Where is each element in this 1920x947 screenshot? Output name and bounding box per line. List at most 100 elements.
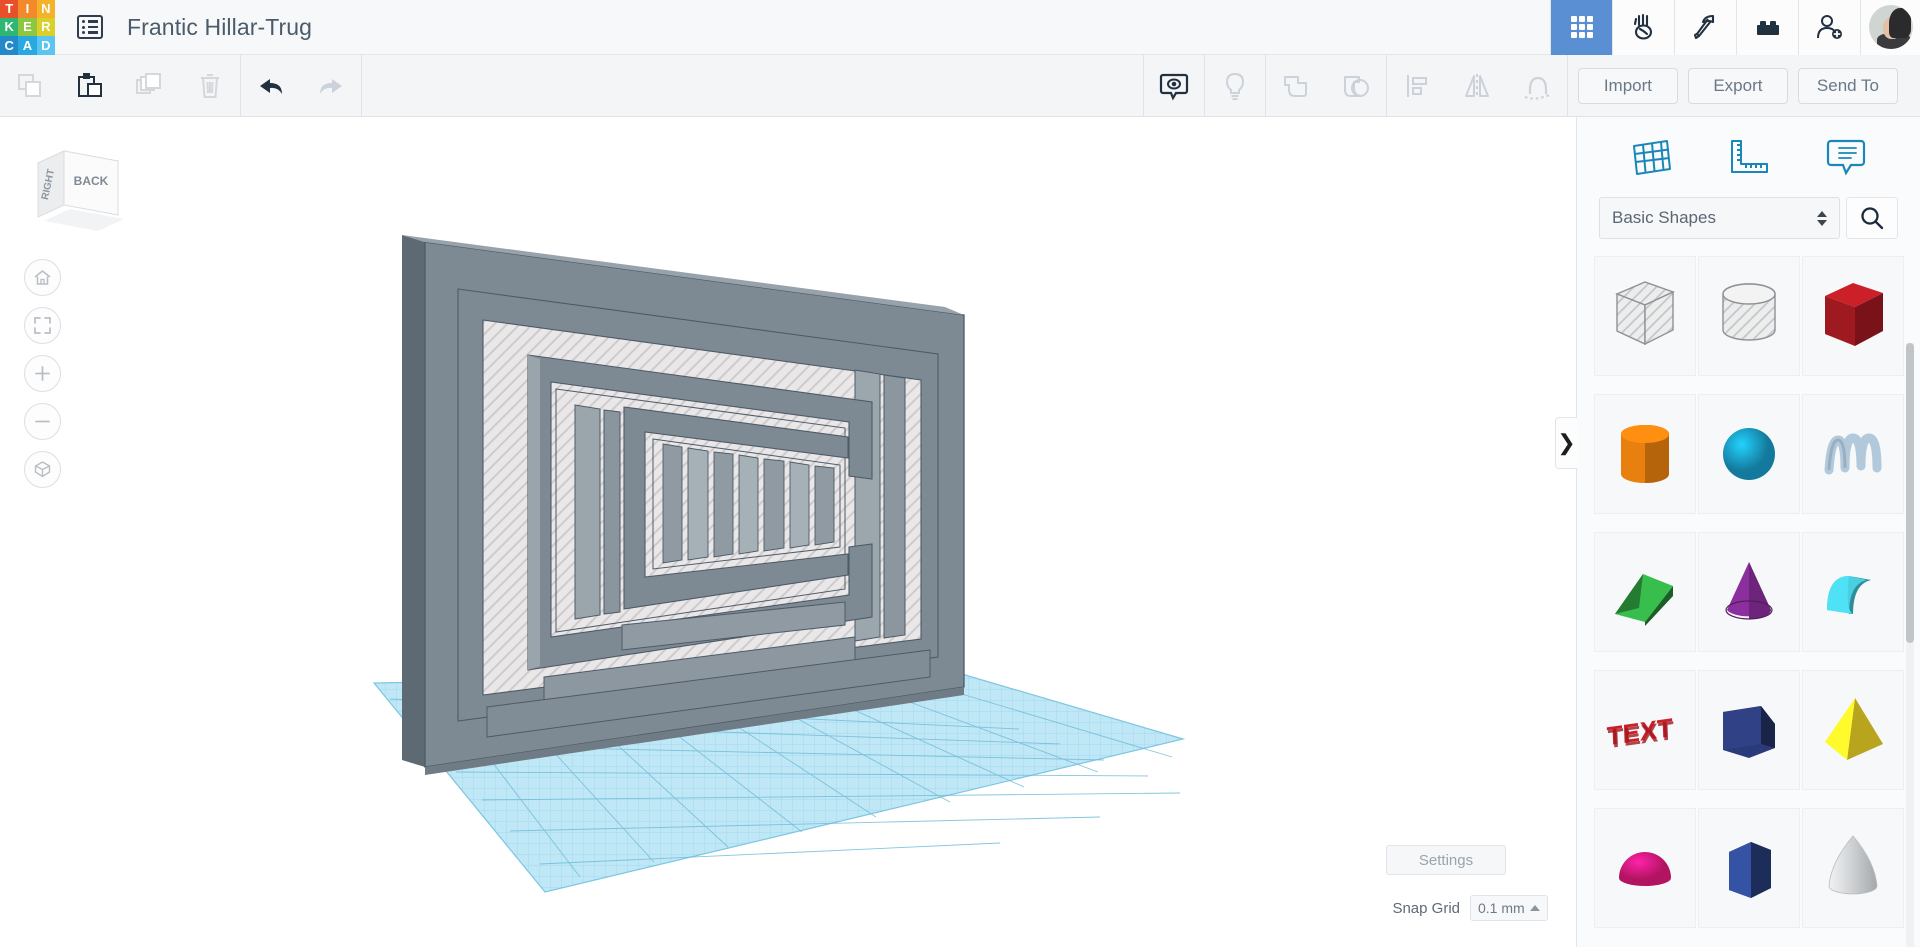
paste-button[interactable]: [60, 55, 120, 117]
logo-cell-t: T: [0, 0, 18, 18]
shape-collection-select[interactable]: Basic Shapes: [1599, 197, 1840, 239]
logo-cell-r: R: [37, 18, 55, 36]
undo-arrow-icon: [254, 71, 288, 101]
file-actions: Import Export Send To: [1568, 68, 1920, 104]
undo-button[interactable]: [241, 55, 301, 117]
history-tools: [241, 55, 361, 117]
project-menu-button[interactable]: [73, 10, 107, 44]
shape-thumb-half-sphere[interactable]: [1594, 808, 1696, 928]
panel-header-buttons: [1577, 117, 1920, 197]
snap-magnet-button[interactable]: [1507, 55, 1567, 117]
shape-thumb-cylinder[interactable]: [1594, 394, 1696, 514]
view-cube-front-label: BACK: [74, 174, 109, 188]
snap-grid-label: Snap Grid: [1392, 900, 1460, 917]
view-cube-icon: RIGHT BACK: [30, 137, 126, 233]
scene-render: [0, 117, 1576, 947]
logo-cell-c: C: [0, 36, 18, 54]
cube-perspective-icon: [33, 460, 52, 479]
duplicate-button[interactable]: [120, 55, 180, 117]
lightbulb-icon: [1221, 70, 1249, 102]
shape-thumb-cylinder-hole[interactable]: [1698, 256, 1800, 376]
logo-cell-d: D: [37, 36, 55, 54]
logo-cell-n: N: [37, 0, 55, 18]
search-icon: [1859, 205, 1885, 231]
shape-collection-value: Basic Shapes: [1612, 208, 1716, 228]
ruler-button[interactable]: [1716, 129, 1782, 185]
ruler-icon: [1726, 136, 1772, 178]
shape-thumb-polygon-prism[interactable]: [1698, 670, 1800, 790]
shape-search-button[interactable]: [1846, 197, 1898, 239]
tinkercad-logo[interactable]: TINKERCAD: [0, 0, 55, 55]
mirror-flip-icon: [1461, 71, 1493, 101]
shape-thumb-text[interactable]: TEXTTEXT: [1594, 670, 1696, 790]
header-button-lego[interactable]: [1736, 0, 1798, 55]
page-title: Frantic Hillar-Trug: [127, 14, 312, 41]
hand-gesture-icon: [1629, 12, 1659, 42]
3d-viewport[interactable]: RIGHT BACK: [0, 117, 1576, 947]
logo-cell-i: I: [18, 0, 36, 18]
arrange-tools: [1387, 55, 1567, 117]
shape-thumb-round-roof[interactable]: [1802, 532, 1904, 652]
notes-button[interactable]: [1813, 129, 1879, 185]
copy-button[interactable]: [0, 55, 60, 117]
shape-thumb-box-hole[interactable]: [1594, 256, 1696, 376]
header-button-grid-view[interactable]: [1550, 0, 1612, 55]
import-button[interactable]: Import: [1578, 68, 1678, 104]
zoom-in-button[interactable]: [24, 355, 61, 392]
header-button-invite-people[interactable]: [1798, 0, 1860, 55]
send-to-button[interactable]: Send To: [1798, 68, 1898, 104]
workplane-grid-icon: [1629, 136, 1675, 178]
align-icon: [1402, 71, 1432, 101]
shape-thumb-sphere[interactable]: [1698, 394, 1800, 514]
shape-library-grid[interactable]: TEXTTEXT: [1577, 255, 1920, 945]
fit-to-view-button[interactable]: [24, 307, 61, 344]
shape-thumb-pyramid[interactable]: [1802, 670, 1904, 790]
shape-thumb-box[interactable]: [1802, 256, 1904, 376]
shape-thumb-cone[interactable]: [1698, 532, 1800, 652]
panel-collapse-button[interactable]: ❯: [1555, 417, 1577, 469]
align-button[interactable]: [1387, 55, 1447, 117]
group-button[interactable]: [1266, 55, 1326, 117]
snap-grid-select[interactable]: 0.1 mm: [1470, 895, 1548, 921]
shape-thumb-roof[interactable]: [1594, 532, 1696, 652]
home-icon: [33, 268, 52, 287]
home-view-button[interactable]: [24, 259, 61, 296]
perspective-toggle-button[interactable]: [24, 451, 61, 488]
panel-scrollbar-thumb[interactable]: [1906, 343, 1914, 643]
view-cube[interactable]: RIGHT BACK: [30, 137, 126, 233]
editor-toolbar: Import Export Send To: [0, 55, 1920, 117]
pickaxe-icon: [1691, 12, 1721, 42]
minus-icon: [33, 412, 52, 431]
viewport-nav-controls: [24, 259, 61, 488]
paste-clipboard-icon: [75, 71, 105, 101]
lego-brick-icon: [1753, 14, 1783, 40]
toolbar-divider: [361, 55, 362, 117]
user-avatar-button[interactable]: [1860, 0, 1920, 55]
workplane-button[interactable]: [1619, 129, 1685, 185]
header-button-minecraft[interactable]: [1674, 0, 1736, 55]
eye-bubble-icon: [1158, 70, 1190, 102]
delete-button[interactable]: [180, 55, 240, 117]
show-hide-button[interactable]: [1144, 55, 1204, 117]
header-button-codeblocks[interactable]: [1612, 0, 1674, 55]
shape-thumb-paraboloid[interactable]: [1802, 808, 1904, 928]
chevron-right-icon: ❯: [1557, 430, 1575, 456]
redo-arrow-icon: [314, 71, 348, 101]
ungroup-button[interactable]: [1326, 55, 1386, 117]
light-button[interactable]: [1205, 55, 1265, 117]
viewport-settings-button[interactable]: Settings: [1386, 845, 1506, 875]
mirror-button[interactable]: [1447, 55, 1507, 117]
zoom-out-button[interactable]: [24, 403, 61, 440]
shape-thumb-scribble[interactable]: [1802, 394, 1904, 514]
snap-grid-value: 0.1 mm: [1478, 900, 1525, 916]
tinkercad-editor: TINKERCAD Frantic Hillar-Trug: [0, 0, 1920, 947]
duplicate-icon: [134, 71, 166, 101]
copy-icon: [15, 71, 45, 101]
redo-button[interactable]: [301, 55, 361, 117]
caret-up-icon: [1530, 905, 1540, 911]
light-tool: [1205, 55, 1265, 117]
header-actions: [1550, 0, 1920, 55]
shape-thumb-hexagon-prism[interactable]: [1698, 808, 1800, 928]
logo-cell-e: E: [18, 18, 36, 36]
export-button[interactable]: Export: [1688, 68, 1788, 104]
